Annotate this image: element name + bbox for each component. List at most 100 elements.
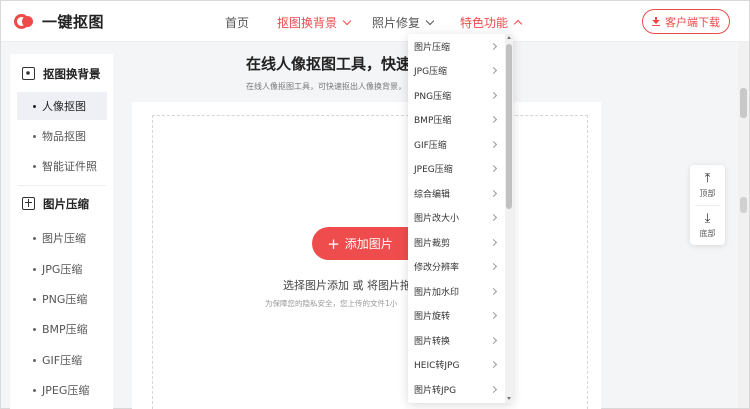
page-title: 在线人像抠图工具，快速 (246, 55, 408, 73)
chevron-right-icon (489, 67, 498, 75)
menu-item-jpg-compress[interactable]: JPG压缩 (408, 59, 504, 84)
sidebar-item-label: PNG压缩 (42, 293, 88, 306)
menu-item-comprehensive-edit[interactable]: 综合编辑 (408, 181, 504, 206)
image-icon (22, 67, 35, 80)
chevron-right-icon (489, 361, 498, 369)
download-icon (652, 17, 660, 26)
sidebar-group-compress[interactable]: 图片压缩 (10, 186, 113, 221)
menu-item-label: 图片裁剪 (414, 238, 451, 249)
nav-home[interactable]: 首页 (225, 14, 249, 31)
sidebar-item-jpeg-compress[interactable]: JPEG压缩 (17, 376, 107, 404)
sidebar-item-label: JPEG压缩 (42, 384, 90, 397)
sidebar-item-portrait-cutout[interactable]: 人像抠图 (17, 92, 107, 120)
download-client-label: 客户端下载 (665, 15, 720, 29)
sidebar-item-label: GIF压缩 (42, 354, 83, 367)
sidebar-item-label: JPG压缩 (42, 263, 83, 276)
menu-item-label: JPEG压缩 (414, 165, 453, 176)
page-subtitle: 在线人像抠图工具，可快速抠出人像换背景， (246, 82, 406, 91)
sidebar-item-label: 智能证件照 (42, 160, 97, 173)
page-scrollbar[interactable] (738, 42, 749, 408)
chevron-right-icon (489, 91, 498, 99)
menu-item-rotate[interactable]: 图片旋转 (408, 304, 504, 329)
nav-home-label: 首页 (225, 16, 250, 30)
logo-icon (14, 13, 35, 30)
upload-dropzone[interactable] (152, 115, 588, 409)
nav-cutout[interactable]: 抠图换背景 (277, 14, 352, 31)
add-image-button[interactable]: + 添加图片 (312, 227, 408, 260)
sidebar-item-image-compress[interactable]: 图片压缩 (17, 224, 107, 252)
menu-item-label: BMP压缩 (414, 116, 452, 127)
sidebar-item-label: 人像抠图 (42, 100, 86, 113)
brand-logo[interactable]: 一键抠图 (14, 11, 104, 32)
nav-photo-repair-label: 照片修复 (372, 16, 421, 30)
chevron-right-icon (489, 263, 498, 271)
bullet-icon (33, 104, 36, 108)
chevron-right-icon (489, 336, 498, 344)
back-to-top-label: 顶部 (699, 188, 716, 198)
back-to-top-button[interactable]: ⤒ 顶部 (690, 165, 725, 205)
sidebar-item-bmp-compress[interactable]: BMP压缩 (17, 315, 107, 343)
bullet-icon (33, 297, 36, 301)
chevron-right-icon (489, 238, 498, 246)
page-scrollbar-marker (740, 197, 747, 213)
chevron-right-icon (489, 312, 498, 320)
sidebar-item-jpg-compress[interactable]: JPG压缩 (17, 255, 107, 283)
go-to-bottom-label: 底部 (699, 228, 716, 238)
dropdown-scrollbar-thumb[interactable] (506, 44, 512, 209)
bullet-icon (33, 164, 36, 168)
menu-item-png-compress[interactable]: PNG压缩 (408, 83, 504, 108)
go-to-bottom-button[interactable]: ⤓ 底部 (690, 205, 725, 245)
menu-item-resolution[interactable]: 修改分辨率 (408, 255, 504, 280)
chevron-right-icon (489, 385, 498, 393)
menu-item-label: GIF压缩 (414, 140, 447, 151)
privacy-notice: 为保障您的隐私安全，您上传的文件1小 (265, 299, 398, 308)
menu-item-heic-to-jpg[interactable]: HEIC转JPG (408, 353, 504, 378)
menu-item-label: 图片压缩 (414, 42, 451, 53)
sidebar-item-label: BMP压缩 (42, 323, 88, 336)
chevron-right-icon (489, 140, 498, 148)
chevron-right-icon (489, 116, 498, 124)
menu-item-bmp-compress[interactable]: BMP压缩 (408, 108, 504, 133)
chevron-right-icon (489, 214, 498, 222)
features-dropdown-menu: 图片压缩 JPG压缩 PNG压缩 BMP压缩 GIF压缩 JPEG压缩 综合编辑… (408, 34, 513, 403)
bullet-icon (33, 327, 36, 331)
nav-features[interactable]: 特色功能 (460, 14, 523, 31)
scroll-down-arrow-icon[interactable] (507, 397, 511, 400)
menu-item-to-jpg[interactable]: 图片转JPG (408, 377, 504, 402)
chevron-right-icon (489, 189, 498, 197)
menu-item-label: 图片改大小 (414, 214, 460, 225)
menu-item-image-compress[interactable]: 图片压缩 (408, 34, 504, 59)
dropdown-scrollbar[interactable] (505, 34, 513, 403)
sidebar-item-label: 物品抠图 (42, 130, 86, 143)
menu-item-crop[interactable]: 图片裁剪 (408, 230, 504, 255)
menu-item-label: 综合编辑 (414, 189, 451, 200)
bullet-icon (33, 236, 36, 240)
download-client-button[interactable]: 客户端下载 (642, 9, 730, 34)
sidebar-item-object-cutout[interactable]: 物品抠图 (17, 122, 107, 150)
bullet-icon (33, 267, 36, 271)
chevron-right-icon (489, 42, 498, 50)
sidebar-item-gif-compress[interactable]: GIF压缩 (17, 346, 107, 374)
sidebar-item-png-compress[interactable]: PNG压缩 (17, 285, 107, 313)
sidebar-group-title: 抠图换背景 (43, 66, 101, 81)
scroll-up-arrow-icon[interactable] (507, 36, 511, 39)
upload-hint: 选择图片添加 或 将图片拖 (283, 279, 408, 292)
nav-photo-repair[interactable]: 照片修复 (372, 14, 435, 31)
nav-features-label: 特色功能 (460, 16, 509, 30)
menu-item-jpeg-compress[interactable]: JPEG压缩 (408, 157, 504, 182)
menu-item-watermark[interactable]: 图片加水印 (408, 279, 504, 304)
menu-item-convert[interactable]: 图片转换 (408, 328, 504, 353)
arrow-down-to-bottom-icon: ⤓ (704, 210, 711, 226)
brand-name: 一键抠图 (42, 13, 105, 31)
menu-item-label: 图片旋转 (414, 312, 451, 323)
menu-item-resize[interactable]: 图片改大小 (408, 206, 504, 231)
nav-cutout-label: 抠图换背景 (277, 16, 338, 30)
menu-item-label: 图片转JPG (414, 385, 457, 396)
menu-item-gif-compress[interactable]: GIF压缩 (408, 132, 504, 157)
chevron-right-icon (489, 165, 498, 173)
page-scrollbar-thumb[interactable] (740, 88, 747, 118)
sidebar-item-id-photo[interactable]: 智能证件照 (17, 152, 107, 180)
sidebar-group-cutout[interactable]: 抠图换背景 (10, 56, 113, 91)
chevron-up-icon (513, 19, 523, 29)
menu-item-label: 图片加水印 (414, 287, 460, 298)
